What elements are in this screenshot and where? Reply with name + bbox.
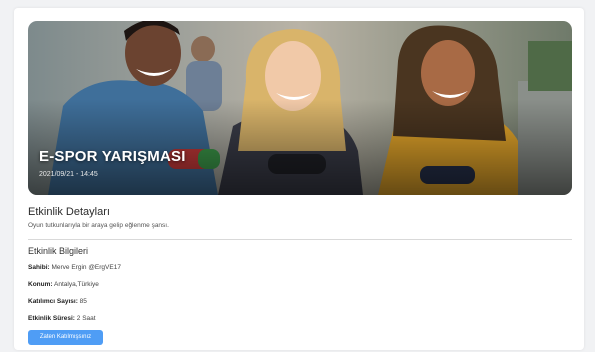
owner-value: Merve Ergin @ErgVE17 xyxy=(51,264,121,271)
owner-row: Sahibi: Merve Ergin @ErgVE17 xyxy=(28,264,121,271)
divider xyxy=(28,239,572,240)
participants-row: Katılımcı Sayısı: 85 xyxy=(28,298,87,305)
location-row: Konum: Antalya,Türkiye xyxy=(28,281,99,288)
info-heading: Etkinlik Bilgileri xyxy=(28,246,89,256)
event-banner: E-SPOR YARIŞMASI 2021/09/21 - 14:45 xyxy=(28,21,572,195)
participants-value: 85 xyxy=(79,298,87,305)
duration-label: Etkinlik Süresi: xyxy=(28,315,75,322)
location-value: Antalya,Türkiye xyxy=(54,281,99,288)
event-card: E-SPOR YARIŞMASI 2021/09/21 - 14:45 Etki… xyxy=(14,8,584,350)
details-heading: Etkinlik Detayları xyxy=(28,206,110,218)
duration-row: Etkinlik Süresi: 2 Saat xyxy=(28,315,96,322)
duration-value: 2 Saat xyxy=(76,315,96,322)
banner-photo xyxy=(28,21,572,195)
details-description: Oyun tutkunlarıyla bir araya gelip eğlen… xyxy=(28,222,169,229)
participants-label: Katılımcı Sayısı: xyxy=(28,298,78,305)
already-joined-button[interactable]: Zaten Katılmışsınız xyxy=(28,330,103,345)
event-datetime: 2021/09/21 - 14:45 xyxy=(39,171,98,178)
event-title: E-SPOR YARIŞMASI xyxy=(39,148,186,165)
owner-label: Sahibi: xyxy=(28,264,50,271)
location-label: Konum: xyxy=(28,281,53,288)
